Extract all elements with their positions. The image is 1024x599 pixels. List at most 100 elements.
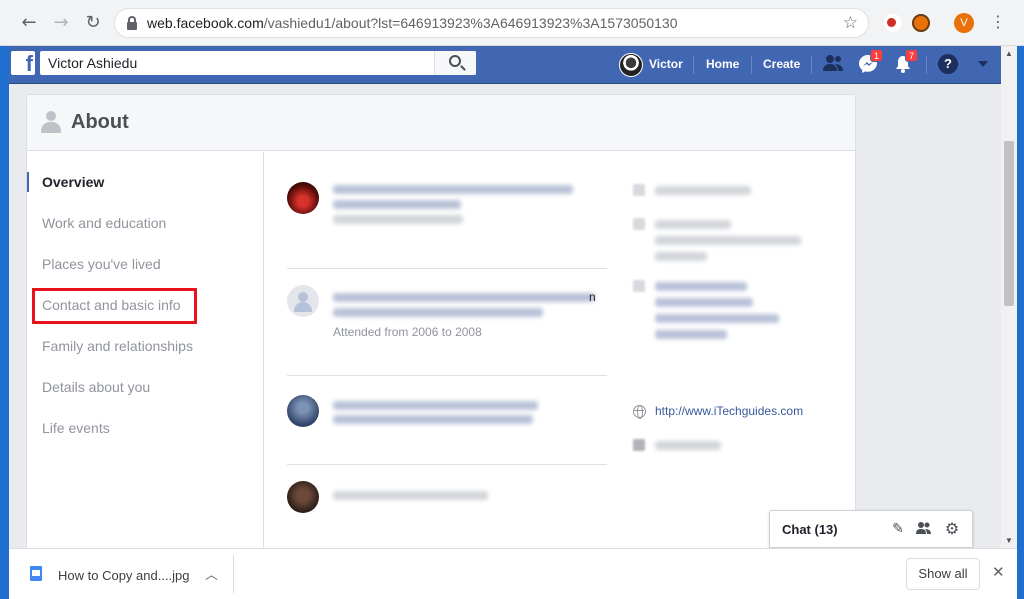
about-header: About: [27, 95, 855, 151]
relationship-avatar[interactable]: [287, 481, 319, 513]
url-text[interactable]: web.facebook.com/vashiedu1/about?lst=646…: [147, 15, 678, 31]
redacted-text: [655, 186, 751, 195]
relationship-entry: [287, 481, 607, 521]
chat-bar[interactable]: Chat (13) ✎ ⚙: [769, 510, 973, 548]
redacted-text: [333, 415, 533, 424]
extension-lastpass-icon[interactable]: [884, 14, 902, 32]
download-item[interactable]: How to Copy and....jpg: [58, 568, 190, 583]
account-menu-caret-icon[interactable]: [978, 61, 988, 67]
search-box: [40, 51, 476, 75]
redacted-text: [655, 236, 801, 245]
scrollbar-thumb[interactable]: [1004, 141, 1014, 306]
profile-name: Victor: [649, 57, 683, 71]
notifications-badge: 7: [905, 49, 919, 62]
nav-item-places-lived[interactable]: Places you've lived: [42, 256, 161, 272]
redacted-text: [333, 200, 461, 209]
profile-avatar[interactable]: V: [954, 13, 974, 33]
about-nav: Overview Work and education Places you'v…: [27, 152, 264, 548]
redacted-icon: [633, 218, 645, 230]
entry-text-fragment: n: [589, 290, 596, 304]
redacted-text: [655, 441, 721, 450]
redacted-text: [655, 220, 731, 229]
create-link[interactable]: Create: [763, 57, 800, 71]
reload-icon[interactable]: ↻: [82, 12, 104, 34]
bookmark-star-icon[interactable]: ☆: [843, 13, 858, 33]
create-group-icon[interactable]: [916, 521, 932, 537]
about-card: About Overview Work and education Places…: [26, 94, 856, 548]
nav-item-contact-basic-info[interactable]: Contact and basic info: [42, 297, 181, 313]
image-file-icon: [30, 566, 42, 581]
search-button[interactable]: [434, 51, 476, 75]
page-viewport: f Victor Home Create 1 7 ?: [9, 46, 1001, 548]
menu-kebab-icon[interactable]: ⋮: [990, 12, 1006, 31]
redacted-text: [333, 185, 573, 194]
browser-toolbar: ← → ↻ web.facebook.com/vashiedu1/about?l…: [0, 0, 1024, 46]
facebook-header: f Victor Home Create 1 7 ?: [9, 46, 1001, 84]
scroll-down-icon[interactable]: ▼: [1005, 536, 1013, 545]
work-entry: [287, 182, 607, 232]
nav-item-overview[interactable]: Overview: [42, 174, 104, 190]
forward-icon[interactable]: →: [50, 12, 72, 34]
page-scrollbar[interactable]: ▲ ▼: [1001, 46, 1017, 548]
divider: [811, 56, 812, 74]
divider: [287, 464, 607, 465]
chevron-up-icon[interactable]: ︿: [205, 564, 218, 583]
chat-label: Chat (13): [782, 522, 838, 537]
nav-item-family-relationships[interactable]: Family and relationships: [42, 338, 193, 354]
close-icon[interactable]: ✕: [992, 563, 1005, 581]
redacted-text: [655, 252, 707, 261]
scroll-up-icon[interactable]: ▲: [1005, 49, 1013, 58]
website-link[interactable]: http://www.iTechguides.com: [655, 404, 803, 418]
divider: [287, 375, 607, 376]
home-link[interactable]: Home: [706, 57, 739, 71]
friend-requests-icon[interactable]: [822, 54, 844, 76]
notifications-icon[interactable]: 7: [893, 49, 919, 76]
nav-item-work-education[interactable]: Work and education: [42, 215, 166, 231]
divider: [233, 555, 234, 593]
desktop-edge-right: [1017, 46, 1024, 599]
help-icon[interactable]: ?: [938, 54, 958, 74]
page-title: About: [71, 111, 129, 133]
person-icon: [41, 111, 61, 133]
desktop-edge-left: [0, 46, 9, 599]
divider: [751, 56, 752, 74]
redacted-text: [333, 308, 543, 317]
back-icon[interactable]: ←: [18, 12, 40, 34]
address-bar[interactable]: web.facebook.com/vashiedu1/about?lst=646…: [114, 8, 869, 38]
place-image[interactable]: [287, 395, 319, 427]
nav-item-details-about-you[interactable]: Details about you: [42, 379, 150, 395]
redacted-text: [333, 491, 488, 500]
redacted-icon: [633, 280, 645, 292]
education-dates: Attended from 2006 to 2008: [333, 325, 482, 339]
redacted-text: [655, 298, 753, 307]
redacted-icon: [633, 184, 645, 196]
redacted-text: [655, 282, 747, 291]
redacted-text: [333, 293, 595, 302]
divider: [287, 268, 607, 269]
divider: [693, 56, 694, 74]
avatar: [619, 53, 643, 77]
education-entry: n Attended from 2006 to 2008: [287, 285, 607, 345]
lock-icon: [127, 16, 137, 30]
globe-icon: [633, 405, 646, 419]
divider: [926, 56, 927, 74]
new-message-icon[interactable]: ✎: [890, 521, 906, 537]
about-overview: n Attended from 2006 to 2008 http://www.…: [265, 152, 855, 548]
redacted-text: [655, 314, 779, 323]
nav-item-life-events[interactable]: Life events: [42, 420, 110, 436]
extension-basketball-icon[interactable]: [912, 14, 930, 32]
redacted-text: [333, 401, 538, 410]
settings-gear-icon[interactable]: ⚙: [944, 521, 960, 537]
redacted-text: [655, 330, 727, 339]
place-entry: [287, 395, 607, 435]
search-input[interactable]: [40, 51, 434, 75]
school-icon[interactable]: [287, 285, 319, 317]
birthday-cake-icon: [633, 439, 645, 451]
show-all-button[interactable]: Show all: [906, 558, 980, 590]
active-indicator: [27, 172, 29, 192]
work-logo[interactable]: [287, 182, 319, 214]
messenger-icon[interactable]: 1: [858, 49, 884, 76]
facebook-logo-icon[interactable]: f: [11, 51, 35, 76]
search-icon: [449, 55, 461, 67]
messenger-badge: 1: [870, 49, 884, 62]
